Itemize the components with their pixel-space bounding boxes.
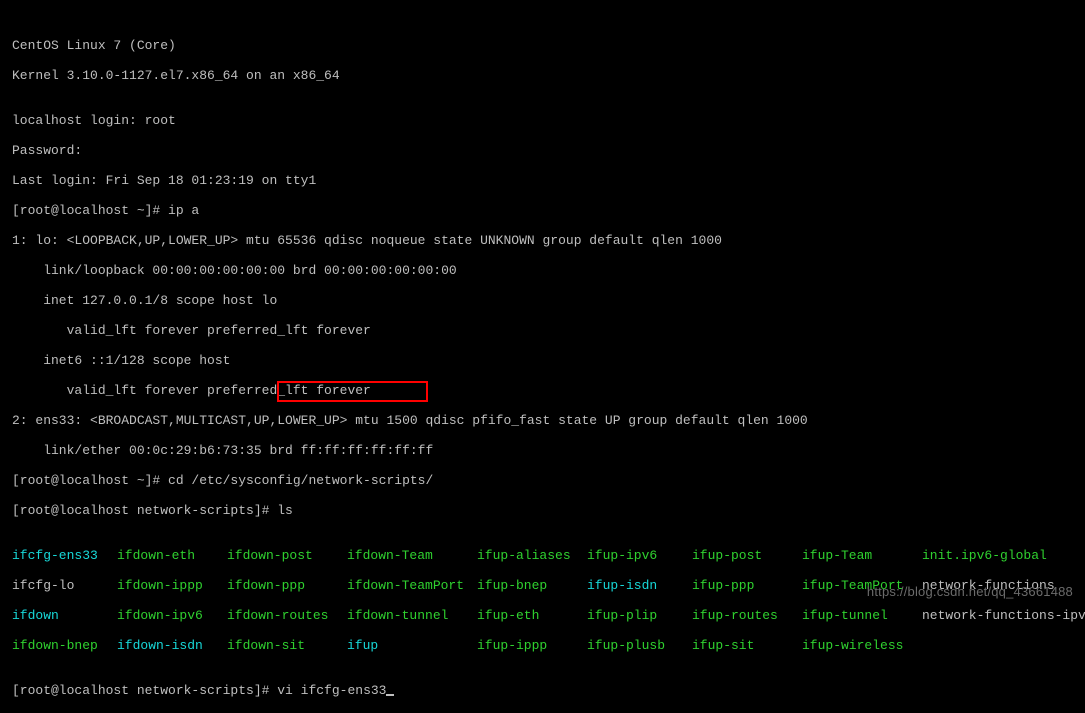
file-entry: ifdown-bnep [12,638,117,653]
login-user-line: localhost login: root [12,113,1073,128]
file-entry: ifdown-ppp [227,578,347,593]
prompt-text: [root@localhost network-scripts]# [12,683,277,698]
ip-output-line: inet 127.0.0.1/8 scope host lo [12,293,1073,308]
ip-output-line: 1: lo: <LOOPBACK,UP,LOWER_UP> mtu 65536 … [12,233,1073,248]
ip-output-line: valid_lft forever preferred_lft forever [12,383,1073,398]
ip-command-line: [root@localhost ~]# ip a [12,203,1073,218]
kernel-line: Kernel 3.10.0-1127.el7.x86_64 on an x86_… [12,68,1073,83]
file-entry: ifdown-tunnel [347,608,477,623]
file-entry: ifup-tunnel [802,608,922,623]
cd-command-line: [root@localhost ~]# cd /etc/sysconfig/ne… [12,473,1073,488]
login-last-line: Last login: Fri Sep 18 01:23:19 on tty1 [12,173,1073,188]
file-entry: ifcfg-lo [12,578,117,593]
file-entry: ifup-isdn [587,578,692,593]
file-entry: ifcfg-ens33 [12,548,117,563]
command-input[interactable]: vi ifcfg-ens33 [277,683,386,698]
file-entry [922,638,1085,653]
file-entry: ifup-post [692,548,802,563]
file-entry: ifup-plip [587,608,692,623]
ip-output-line: 2: ens33: <BROADCAST,MULTICAST,UP,LOWER_… [12,413,1073,428]
file-entry: ifup-Team [802,548,922,563]
file-entry: ifdown-post [227,548,347,563]
ls-output-row: ifdownifdown-ipv6ifdown-routesifdown-tun… [12,608,1073,623]
ls-command-line: [root@localhost network-scripts]# ls [12,503,1073,518]
cursor-icon [386,694,394,696]
file-entry: ifup-ippp [477,638,587,653]
file-entry: ifdown-eth [117,548,227,563]
file-entry: ifdown-routes [227,608,347,623]
file-entry: ifup [347,638,477,653]
ls-output-row: ifcfg-ens33ifdown-ethifdown-postifdown-T… [12,548,1073,563]
file-entry: ifup-routes [692,608,802,623]
file-entry: ifup-ipv6 [587,548,692,563]
terminal-output[interactable]: CentOS Linux 7 (Core) Kernel 3.10.0-1127… [0,0,1085,713]
file-entry: ifup-aliases [477,548,587,563]
file-entry: ifdown-Team [347,548,477,563]
watermark-text: https://blog.csdn.net/qq_43661488 [867,584,1073,599]
vi-command-line[interactable]: [root@localhost network-scripts]# vi ifc… [12,683,1073,698]
file-entry: init.ipv6-global [922,548,1085,563]
file-entry: ifup-eth [477,608,587,623]
login-password-line: Password: [12,143,1073,158]
ip-output-line: inet6 ::1/128 scope host [12,353,1073,368]
file-entry: ifdown-ipv6 [117,608,227,623]
file-entry: ifup-wireless [802,638,922,653]
file-entry: ifup-sit [692,638,802,653]
file-entry: ifdown-TeamPort [347,578,477,593]
file-entry: ifdown-isdn [117,638,227,653]
file-entry: network-functions-ipv6 [922,608,1085,623]
file-entry: ifup-ppp [692,578,802,593]
file-entry: ifdown [12,608,117,623]
file-entry: ifup-plusb [587,638,692,653]
os-line: CentOS Linux 7 (Core) [12,38,1073,53]
file-entry: ifup-bnep [477,578,587,593]
ls-output-row: ifdown-bnepifdown-isdnifdown-sitifupifup… [12,638,1073,653]
ip-output-line: link/ether 00:0c:29:b6:73:35 brd ff:ff:f… [12,443,1073,458]
file-entry: ifdown-ippp [117,578,227,593]
ip-output-line: link/loopback 00:00:00:00:00:00 brd 00:0… [12,263,1073,278]
file-entry: ifdown-sit [227,638,347,653]
ip-output-line: valid_lft forever preferred_lft forever [12,323,1073,338]
